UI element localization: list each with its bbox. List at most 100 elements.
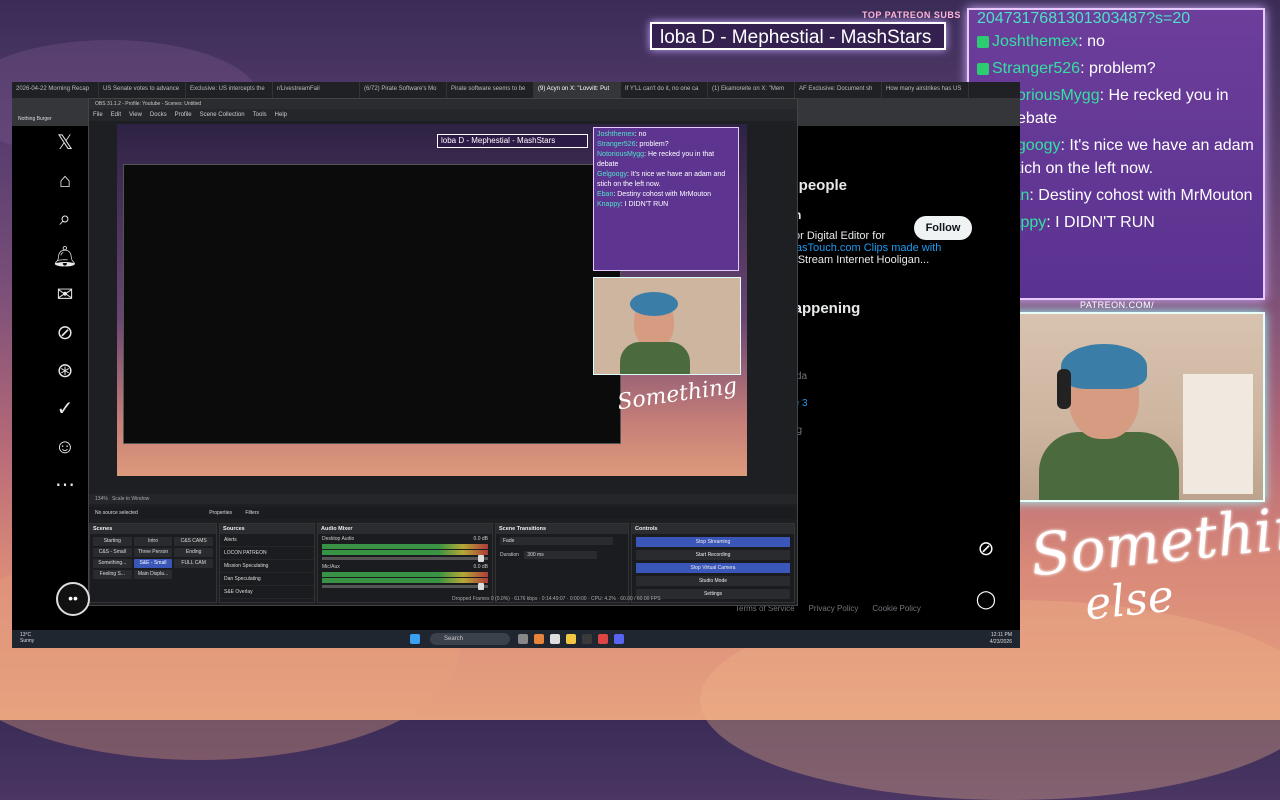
x-who-to-follow-heading: ant people <box>772 177 848 194</box>
obs-duration-row: Duration 300 ms <box>496 548 628 562</box>
obs-scene-button[interactable]: Intro <box>133 537 173 546</box>
messages-icon[interactable]: ◯ <box>969 582 1003 616</box>
signature-logo-2: else <box>1082 570 1177 631</box>
taskbar-clock[interactable]: 12:11 PM 4/23/2026 <box>990 632 1012 646</box>
taskbar-search[interactable]: Search <box>430 633 510 645</box>
obs-volume-knob[interactable] <box>478 583 485 590</box>
discord-icon[interactable] <box>614 634 624 644</box>
obs-volume-knob[interactable] <box>478 555 485 562</box>
messages-icon[interactable]: ✉ <box>52 282 78 308</box>
browser-tab[interactable]: r/LivestreamFail <box>273 82 360 98</box>
browser-tab[interactable]: Pirate software seems to be <box>447 82 534 98</box>
obs-menu-item[interactable]: Docks <box>150 112 167 118</box>
obs-bitrate: 6176 kbps <box>514 596 538 602</box>
browser-tab[interactable]: How many airstrikes has US <box>882 82 969 98</box>
obs-source-item[interactable]: Dan Speculating <box>220 573 314 586</box>
x-footer-link[interactable]: Cookie Policy <box>872 604 920 613</box>
obs-scene-button[interactable]: Something... <box>93 559 132 568</box>
preview-chat-text: I DIDN'T RUN <box>624 201 669 208</box>
profile-icon[interactable]: ☺ <box>52 434 78 460</box>
obs-source-item[interactable]: Alerts <box>220 534 314 547</box>
preview-chat-message: Gelgoogy: It's nice we have an adam and … <box>597 171 726 188</box>
obs-zoom-value: 134% <box>95 496 108 502</box>
obs-scene-button[interactable]: Main Displa... <box>133 570 173 579</box>
x-trend-game[interactable]: Game 3 <box>772 398 1002 409</box>
obs-scenes-title: Scenes <box>90 524 216 534</box>
obs-duration-input[interactable]: 300 ms <box>524 551 598 559</box>
obs-scene-button[interactable]: Ending <box>174 548 213 557</box>
browser-tab[interactable]: If Y'LL can't do it, no one ca <box>621 82 708 98</box>
obs-scene-button[interactable]: C&S CAMS <box>174 537 213 546</box>
home-icon[interactable]: ⌂ <box>52 168 78 194</box>
obs-menu-item[interactable]: File <box>93 112 103 118</box>
chrome-icon[interactable] <box>598 634 608 644</box>
obs-source-item[interactable]: S&E Overlay <box>220 586 314 599</box>
task-view-icon[interactable] <box>518 634 528 644</box>
browser-tab[interactable]: (9) Acyn on X: "Lovvitt: Put <box>534 82 621 98</box>
x-bio-line[interactable]: MeidasTouch.com Clips made with <box>772 242 1002 254</box>
preview-chat-message: Joshthemex: no <box>597 131 647 138</box>
obs-scale-mode[interactable]: Scale to Window <box>112 496 149 502</box>
obs-control-button[interactable]: Stop Streaming <box>636 537 790 547</box>
weather-widget[interactable]: 13°C Sunny <box>20 632 34 644</box>
obs-scene-button[interactable]: C&S - Small <box>93 548 132 557</box>
obs-filters-button[interactable]: Filters <box>245 510 259 516</box>
obs-control-button[interactable]: Start Recording <box>636 550 790 560</box>
more-icon[interactable]: ⋯ <box>52 472 78 498</box>
x-trend-label: ending <box>772 425 1002 436</box>
obs-volume-meter <box>322 578 488 583</box>
browser-tab[interactable]: US Senate votes to advance <box>99 82 186 98</box>
browser-tab[interactable]: Exclusive: US intercepts the <box>186 82 273 98</box>
grok-icon[interactable]: ⊘ <box>969 532 1003 566</box>
clock-time: 12:11 PM <box>990 632 1012 638</box>
obs-dropped-frames: Dropped Frames 0 (0.0%) <box>452 596 510 602</box>
profile-avatar-icon[interactable]: •• <box>56 582 90 616</box>
obs-menu-item[interactable]: View <box>129 112 142 118</box>
x-logo-icon[interactable]: 𝕏 <box>52 130 78 156</box>
obs-control-button[interactable]: Stop Virtual Camera <box>636 563 790 573</box>
chat-username: Joshthemex <box>992 33 1079 50</box>
x-footer-link[interactable]: Privacy Policy <box>809 604 859 613</box>
obs-scene-button[interactable]: Three Person <box>133 548 173 557</box>
obs-scene-button[interactable]: Starting <box>93 537 132 546</box>
signature-logo: Something <box>1027 488 1280 590</box>
explorer-icon[interactable] <box>550 634 560 644</box>
browser-tab[interactable]: AF Exclusive: Document sh <box>795 82 882 98</box>
follow-button[interactable]: Follow <box>914 216 972 240</box>
obs-window: OBS 31.1.2 - Profile: Youtube - Scenes: … <box>88 98 798 606</box>
premium-icon[interactable]: ✓ <box>52 396 78 422</box>
preview-chat-username: Stranger526 <box>597 141 636 148</box>
obs-properties-button[interactable]: Properties <box>209 510 232 516</box>
obs-control-button[interactable]: Studio Mode <box>636 576 790 586</box>
obs-menu-item[interactable]: Scene Collection <box>200 112 245 118</box>
browser-tab[interactable]: 2026-04-22 Morning Recap <box>12 82 99 98</box>
obs-menu-item[interactable]: Edit <box>111 112 121 118</box>
obs-source-item[interactable]: Mission Speculating <box>220 560 314 573</box>
browser-tab[interactable]: (6/72) Pirate Software's Mo <box>360 82 447 98</box>
obs-scene-button[interactable]: Feeling S... <box>93 570 132 579</box>
obs-menu-bar: File Edit View Docks Profile Scene Collection… <box>89 109 797 121</box>
obs-volume-slider[interactable] <box>322 555 488 562</box>
obs-menu-item[interactable]: Help <box>275 112 287 118</box>
obs-scene-button[interactable]: FULL CAM <box>174 559 213 568</box>
bookmark-item[interactable]: Nothing Burger <box>18 116 52 122</box>
steam-icon[interactable] <box>582 634 592 644</box>
folder-icon[interactable] <box>566 634 576 644</box>
obs-transition-select[interactable]: Fade <box>500 537 613 545</box>
notifications-icon[interactable]: 🔔︎ <box>52 244 78 270</box>
firefox-icon[interactable] <box>534 634 544 644</box>
preview-chat-message: Eban: Destiny cohost with MrMouton <box>597 191 712 198</box>
obs-volume-slider[interactable] <box>322 583 488 590</box>
obs-sources-title: Sources <box>220 524 314 534</box>
search-icon[interactable]: ⌕ <box>52 206 78 232</box>
obs-scene-button[interactable]: S&E - Small <box>133 559 173 568</box>
obs-menu-item[interactable]: Tools <box>253 112 267 118</box>
obs-preview[interactable]: loba D - Mephestial - MashStars Joshthem… <box>117 124 747 476</box>
communities-icon[interactable]: ⊛ <box>52 358 78 384</box>
browser-tab[interactable]: (1) Ekamoreite on X: "Mem <box>708 82 795 98</box>
obs-source-selected: No source selected <box>95 510 138 516</box>
obs-menu-item[interactable]: Profile <box>175 112 192 118</box>
grok-icon[interactable]: ⊘ <box>52 320 78 346</box>
windows-start-icon[interactable] <box>410 634 420 644</box>
obs-source-item[interactable]: LOCON PATREON <box>220 547 314 560</box>
